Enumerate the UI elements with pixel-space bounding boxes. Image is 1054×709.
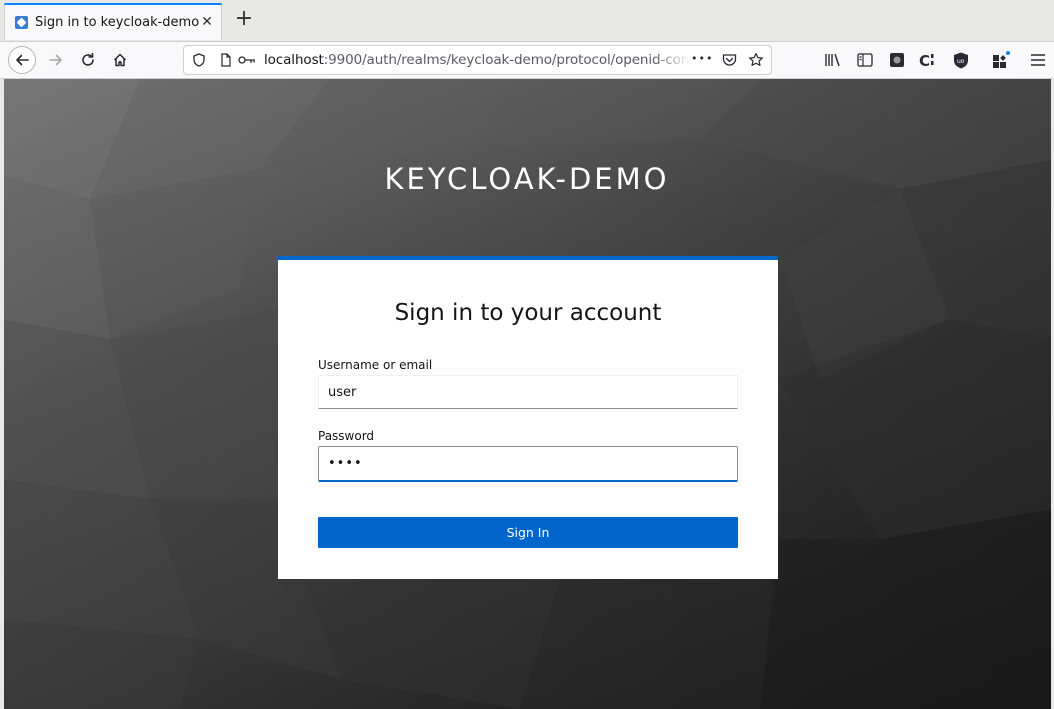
- back-icon: [16, 54, 29, 66]
- svg-text:uo: uo: [957, 58, 965, 65]
- menu-icon[interactable]: [1028, 50, 1048, 70]
- login-page: KEYCLOAK-DEMO Sign in to your account Us…: [0, 79, 1054, 709]
- ublock-icon[interactable]: uo: [951, 50, 971, 70]
- shield-icon[interactable]: [190, 51, 208, 69]
- reload-button[interactable]: [74, 46, 102, 74]
- key-icon[interactable]: [237, 51, 257, 69]
- browser-tab[interactable]: Sign in to keycloak-demo ✕: [4, 3, 222, 40]
- svg-text:C: C: [919, 52, 930, 68]
- login-heading: Sign in to your account: [394, 300, 662, 326]
- forward-icon: [49, 54, 62, 66]
- more-actions-button[interactable]: •••: [691, 52, 713, 65]
- username-label: Username or email: [318, 358, 433, 372]
- home-icon: [113, 53, 127, 67]
- library-icon[interactable]: [823, 50, 843, 70]
- navigation-toolbar: localhost:9900/auth/realms/keycloak-demo…: [0, 42, 1054, 79]
- container-icon[interactable]: C: [918, 50, 938, 70]
- home-button[interactable]: [106, 46, 134, 74]
- password-value: ••••: [328, 456, 363, 471]
- url-text[interactable]: localhost:9900/auth/realms/keycloak-demo…: [264, 52, 688, 68]
- url-host: localhost: [264, 52, 324, 68]
- reload-icon: [82, 52, 94, 66]
- star-icon[interactable]: [747, 51, 765, 69]
- password-label: Password: [318, 429, 375, 443]
- pocket-icon[interactable]: [720, 51, 738, 69]
- sidebar-icon[interactable]: [855, 50, 875, 70]
- keycloak-favicon-icon: [15, 15, 28, 29]
- username-value: user: [328, 384, 357, 400]
- extension-icon[interactable]: [887, 50, 907, 70]
- tab-bar: Sign in to keycloak-demo ✕ +: [0, 0, 1054, 42]
- close-tab-icon[interactable]: ✕: [199, 14, 215, 30]
- page-icon[interactable]: [217, 51, 235, 69]
- url-bar[interactable]: localhost:9900/auth/realms/keycloak-demo…: [183, 45, 772, 75]
- forward-button[interactable]: [42, 46, 70, 74]
- login-card: Sign in to your account Username or emai…: [278, 256, 778, 579]
- new-tab-button[interactable]: +: [232, 8, 256, 32]
- puzzle-icon[interactable]: [991, 50, 1011, 70]
- password-input[interactable]: ••••: [318, 446, 738, 482]
- sign-in-button[interactable]: Sign In: [318, 517, 738, 548]
- back-button[interactable]: [8, 46, 36, 74]
- url-fade: [654, 48, 690, 72]
- realm-title: KEYCLOAK-DEMO: [384, 162, 670, 196]
- username-input[interactable]: user: [318, 375, 738, 409]
- tab-title: Sign in to keycloak-demo: [35, 14, 200, 30]
- url-path: :9900/auth/realms/keycloak-demo/protocol…: [323, 52, 688, 68]
